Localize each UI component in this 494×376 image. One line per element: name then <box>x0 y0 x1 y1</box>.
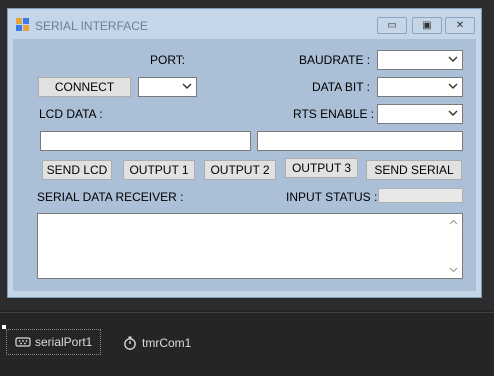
maximize-button[interactable]: ▣ <box>412 17 442 34</box>
timer-icon <box>124 336 136 350</box>
chevron-down-icon <box>448 110 458 116</box>
chevron-down-icon <box>182 83 192 89</box>
send-lcd-button[interactable]: SEND LCD <box>42 160 112 180</box>
rts-enable-label: RTS ENABLE : <box>293 107 375 121</box>
form-client-area: PORT: BAUDRATE : DATA BIT : LCD DATA : R… <box>13 39 476 291</box>
scroll-down-icon[interactable] <box>449 266 458 273</box>
maximize-icon: ▣ <box>422 20 432 31</box>
output2-button[interactable]: OUTPUT 2 <box>204 160 276 180</box>
timer-label: tmrCom1 <box>142 336 192 350</box>
minimize-icon: ▭ <box>387 20 397 31</box>
output3-button[interactable]: OUTPUT 3 <box>285 158 358 178</box>
input-status-indicator <box>378 188 463 203</box>
chevron-down-icon <box>448 83 458 89</box>
serial-port-icon <box>15 337 31 347</box>
output1-button[interactable]: OUTPUT 1 <box>123 160 195 180</box>
title-bar[interactable]: SERIAL INTERFACE ▭ ▣ ✕ <box>8 9 481 39</box>
lcd-data-input[interactable] <box>40 131 251 151</box>
rts-enable-combo[interactable] <box>377 104 463 124</box>
baudrate-label: BAUDRATE : <box>299 53 371 67</box>
scroll-up-icon[interactable] <box>449 219 458 226</box>
port-combo[interactable] <box>138 77 197 97</box>
close-icon: ✕ <box>455 20 465 31</box>
form-window[interactable]: SERIAL INTERFACE ▭ ▣ ✕ PORT: BAUDRATE : … <box>7 8 482 298</box>
vertical-scrollbar[interactable] <box>445 214 462 278</box>
timer-component[interactable]: tmrCom1 <box>123 333 191 353</box>
connect-button[interactable]: CONNECT <box>38 77 131 97</box>
baudrate-combo[interactable] <box>377 50 463 70</box>
chevron-down-icon <box>448 56 458 62</box>
serial-port-component[interactable]: serialPort1 <box>6 329 101 355</box>
send-serial-button[interactable]: SEND SERIAL <box>366 160 462 180</box>
input-status-label: INPUT STATUS : <box>286 190 378 204</box>
serial-data-input[interactable] <box>257 131 463 151</box>
data-bit-label: DATA BIT : <box>312 80 371 94</box>
component-tray: serialPort1 tmrCom1 <box>0 312 494 376</box>
data-bit-combo[interactable] <box>377 77 463 97</box>
lcd-data-label: LCD DATA : <box>39 107 103 121</box>
close-button[interactable]: ✕ <box>445 17 475 34</box>
window-title: SERIAL INTERFACE <box>35 19 148 33</box>
serial-port-label: serialPort1 <box>35 335 93 349</box>
designer-surface: SERIAL INTERFACE ▭ ▣ ✕ PORT: BAUDRATE : … <box>0 0 494 310</box>
app-icon <box>16 18 30 32</box>
serial-data-receiver-textarea[interactable] <box>37 213 463 279</box>
minimize-button[interactable]: ▭ <box>377 17 407 34</box>
port-label: PORT: <box>150 53 186 67</box>
serial-data-receiver-label: SERIAL DATA RECEIVER : <box>37 190 184 204</box>
